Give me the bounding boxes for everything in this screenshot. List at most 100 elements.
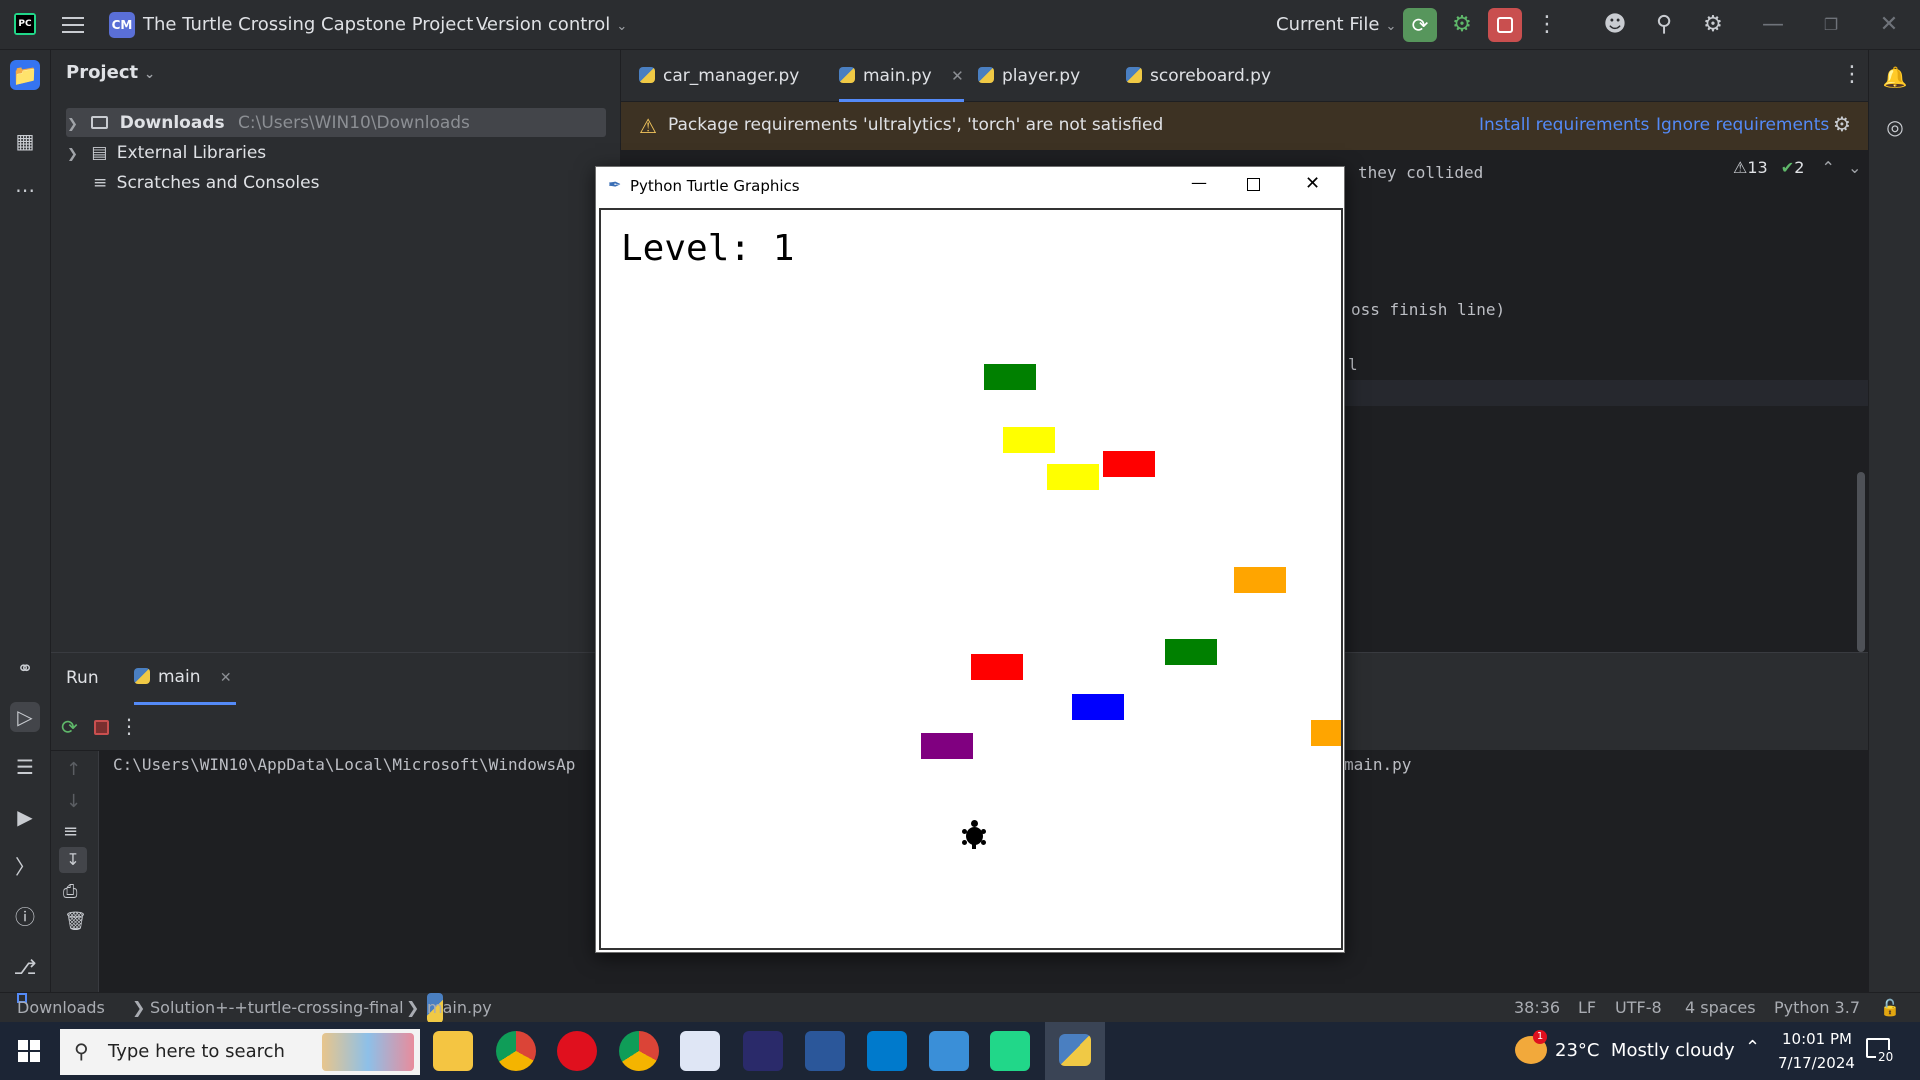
weather-text[interactable]: 23°C Mostly cloudy: [1555, 1040, 1735, 1061]
scroll-to-end-icon[interactable]: ↧: [59, 847, 87, 873]
pycharm-logo[interactable]: PC: [14, 13, 36, 35]
version-control-menu[interactable]: Version control ⌄: [476, 0, 627, 50]
lock-icon[interactable]: 🔓: [1880, 993, 1900, 1023]
chevron-down-icon: ⌄: [1385, 19, 1397, 34]
clock-date[interactable]: 7/17/2024: [1778, 1054, 1855, 1072]
more-actions-icon[interactable]: ⋮: [1533, 11, 1561, 39]
code-with-me-icon[interactable]: ☻: [1601, 11, 1629, 39]
layers-icon[interactable]: ☰: [10, 752, 40, 782]
tree-item-scratches[interactable]: ≡ Scratches and Consoles: [93, 169, 319, 197]
python-packages-icon[interactable]: ⚭: [10, 653, 40, 683]
close-icon[interactable]: ✕: [1875, 11, 1903, 39]
debug-icon[interactable]: ⚙: [1448, 11, 1476, 39]
windows-start-icon[interactable]: [18, 1040, 40, 1062]
taskbar-search-box[interactable]: ⚲ Type here to search: [60, 1029, 420, 1075]
photos-icon[interactable]: [929, 1031, 969, 1071]
soft-wrap-icon[interactable]: ≡: [63, 821, 78, 842]
close-tab-icon[interactable]: ✕: [220, 670, 232, 686]
caret-position[interactable]: 38:36: [1514, 993, 1560, 1023]
ignore-requirements-link[interactable]: Ignore requirements: [1656, 115, 1829, 135]
inspection-widget[interactable]: ⚠13 ✔2 ⌃ ⌄: [1733, 158, 1861, 177]
project-folder-icon[interactable]: 📁: [10, 60, 40, 90]
editor-scrollbar[interactable]: [1857, 472, 1865, 652]
project-badge[interactable]: CM: [109, 12, 135, 38]
install-requirements-link[interactable]: Install requirements: [1479, 115, 1649, 135]
tab-car-manager[interactable]: car_manager.py: [639, 50, 799, 102]
turtle-window-titlebar[interactable]: ✒ Python Turtle Graphics — ✕: [596, 167, 1344, 205]
turtle-graphics-window[interactable]: ✒ Python Turtle Graphics — ✕ Level: 1: [595, 166, 1345, 953]
car: [1003, 427, 1055, 453]
tab-player[interactable]: player.py: [978, 50, 1080, 102]
run-output-line-end[interactable]: main.py: [1344, 755, 1411, 774]
maximize-icon[interactable]: [1247, 178, 1260, 191]
terminal-icon[interactable]: 〉: [10, 852, 40, 882]
structure-icon[interactable]: ▦: [10, 126, 40, 156]
python-taskbar-icon-active[interactable]: [1045, 1022, 1105, 1080]
python-file-icon: [839, 67, 855, 83]
trash-icon[interactable]: 🗑: [64, 911, 87, 932]
search-icon[interactable]: ⚲: [1650, 11, 1678, 39]
python-file-icon: [1126, 67, 1142, 83]
breadcrumb-separator-icon: ❯: [132, 998, 146, 1017]
breadcrumb-item[interactable]: Solution+-+turtle-crossing-final: [150, 993, 404, 1023]
chevron-up-icon[interactable]: ⌃: [1821, 158, 1834, 177]
rerun-icon[interactable]: ⟳: [61, 715, 78, 739]
project-switcher[interactable]: The Turtle Crossing Capstone Project ⌄: [143, 0, 490, 50]
print-icon[interactable]: ⎙: [63, 881, 77, 902]
chevron-down-icon[interactable]: ⌄: [1848, 158, 1861, 177]
notifications-bell-icon[interactable]: 🔔: [1880, 62, 1910, 92]
stop-button[interactable]: [1488, 8, 1522, 42]
meeting-app-icon[interactable]: [743, 1031, 783, 1071]
services-icon[interactable]: ▶: [10, 802, 40, 832]
more-options-icon[interactable]: ⋮: [119, 714, 139, 738]
scroll-up-icon[interactable]: ↑: [66, 759, 81, 780]
chrome-app-icon[interactable]: [619, 1031, 659, 1071]
tree-item-downloads[interactable]: ❯ Downloads C:\Users\WIN10\Downloads: [67, 109, 470, 137]
tray-chevron-up-icon[interactable]: ⌃: [1745, 1037, 1760, 1058]
tab-scoreboard[interactable]: scoreboard.py: [1126, 50, 1271, 102]
rerun-button[interactable]: ⟳: [1403, 8, 1437, 42]
file-encoding[interactable]: UTF-8: [1615, 993, 1662, 1023]
tab-options-icon[interactable]: ⋮: [1841, 62, 1863, 87]
run-configuration-selector[interactable]: Current File ⌄: [1276, 0, 1396, 50]
run-output-line[interactable]: C:\Users\WIN10\AppData\Local\Microsoft\W…: [113, 755, 575, 774]
line-separator[interactable]: LF: [1578, 993, 1596, 1023]
restore-icon[interactable]: ❐: [1817, 11, 1845, 39]
expand-arrow-icon[interactable]: ❯: [67, 147, 78, 162]
expand-arrow-icon[interactable]: ❯: [67, 117, 78, 132]
file-explorer-icon[interactable]: [433, 1031, 473, 1071]
settings-gear-icon[interactable]: ⚙: [1699, 11, 1727, 39]
close-tab-icon[interactable]: ✕: [951, 67, 964, 85]
tree-item-external-libraries[interactable]: ❯ ▤ External Libraries: [67, 139, 266, 167]
tab-main[interactable]: main.py ✕: [839, 50, 964, 102]
minimize-icon[interactable]: —: [1759, 11, 1787, 39]
editor-tabs: car_manager.py main.py ✕ player.py score…: [621, 50, 1868, 102]
indent-setting[interactable]: 4 spaces: [1685, 993, 1756, 1023]
banner-settings-icon[interactable]: ⚙: [1833, 112, 1851, 136]
notification-count: 20: [1876, 1050, 1896, 1064]
code-line[interactable]: they collided: [1358, 163, 1483, 182]
problems-icon[interactable]: ⓘ: [10, 902, 40, 932]
ai-assistant-icon[interactable]: ◎: [1880, 112, 1910, 142]
clock-time[interactable]: 10:01 PM: [1782, 1030, 1852, 1048]
vscode-icon[interactable]: [867, 1031, 907, 1071]
word-icon[interactable]: [805, 1031, 845, 1071]
project-panel-header[interactable]: Project ⌄: [66, 62, 155, 83]
close-icon[interactable]: ✕: [1305, 173, 1320, 194]
chat-app-icon[interactable]: [680, 1031, 720, 1071]
minimize-icon[interactable]: —: [1191, 173, 1207, 192]
opera-icon[interactable]: [557, 1031, 597, 1071]
code-line[interactable]: oss finish line): [1351, 300, 1505, 319]
scroll-down-icon[interactable]: ↓: [66, 791, 81, 812]
interpreter-selector[interactable]: Python 3.7: [1774, 993, 1860, 1023]
chrome-icon[interactable]: [496, 1031, 536, 1071]
run-tool-icon[interactable]: ▷: [10, 702, 40, 732]
more-tools-icon[interactable]: ⋯: [10, 175, 40, 205]
pycharm-taskbar-icon[interactable]: [990, 1031, 1030, 1071]
code-line[interactable]: l: [1348, 355, 1358, 374]
main-menu-icon[interactable]: [62, 14, 84, 34]
run-tab-main[interactable]: main ✕: [134, 667, 232, 687]
git-icon[interactable]: ⎇: [10, 952, 40, 982]
turtle-canvas[interactable]: Level: 1: [599, 208, 1343, 950]
stop-icon[interactable]: [94, 720, 109, 735]
